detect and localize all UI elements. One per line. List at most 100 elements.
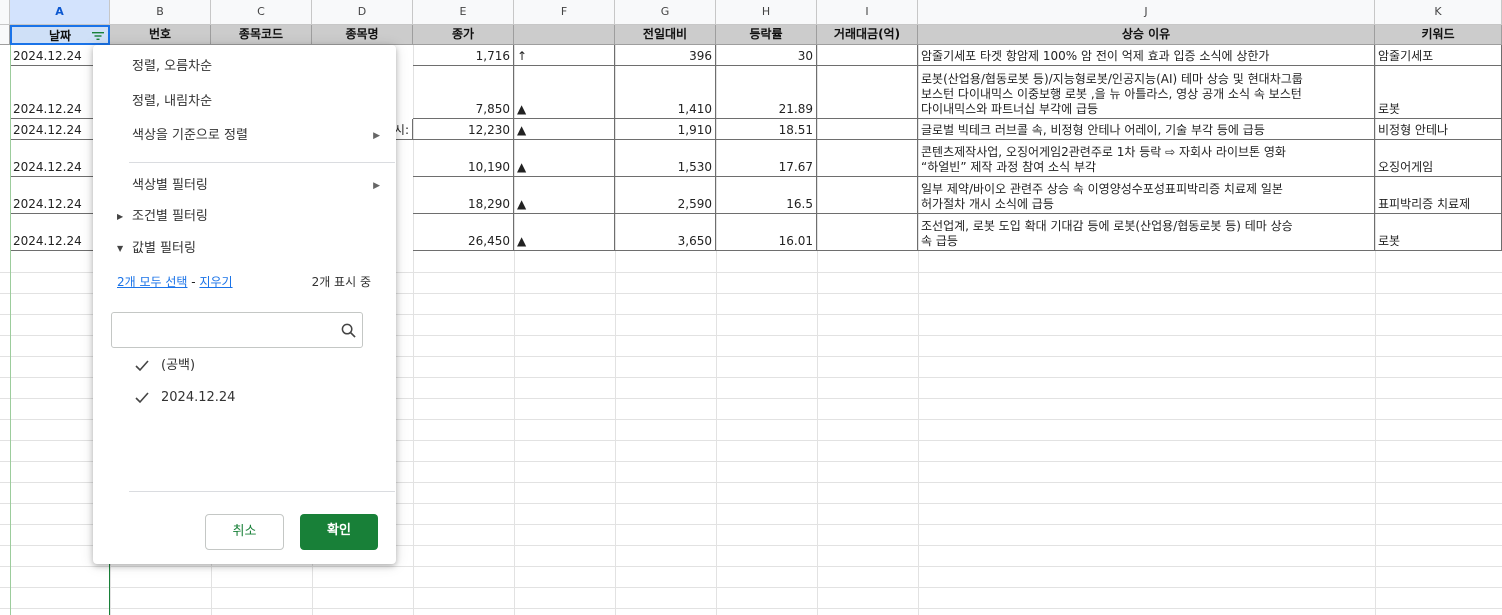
cell-direction[interactable]: ▲ xyxy=(514,66,615,119)
cell-reason[interactable]: 글로벌 빅테크 러브콜 속, 비정형 안테나 어레이, 기술 부각 등에 급등 xyxy=(918,119,1375,140)
menu-filter-color-label: 색상별 필터링 xyxy=(132,178,208,193)
cell-amount[interactable] xyxy=(817,119,918,140)
submenu-arrow-icon: ▶ xyxy=(373,131,380,141)
value-option-blank[interactable]: (공백) xyxy=(135,354,195,378)
cell-keyword[interactable]: 비정형 안테나 xyxy=(1375,119,1502,140)
header-rate[interactable]: 등락률 xyxy=(716,25,817,45)
col-letter-j[interactable]: J xyxy=(918,0,1375,25)
cell-reason[interactable]: 암줄기세포 타겟 항암제 100% 암 전이 억제 효과 입증 소식에 상한가 xyxy=(918,45,1375,66)
col-letter-i[interactable]: I xyxy=(817,0,918,25)
cell-close[interactable]: 26,450 xyxy=(413,214,514,251)
cell-rate[interactable]: 17.67 xyxy=(716,140,817,177)
triangle-down-icon: ▼ xyxy=(117,244,124,253)
menu-sort-desc[interactable]: 정렬, 내림차순 xyxy=(93,87,396,117)
ok-button[interactable]: 확인 xyxy=(300,514,378,550)
menu-filter-condition[interactable]: ▶ 조건별 필터링 xyxy=(93,202,396,232)
header-amount[interactable]: 거래대금(억) xyxy=(817,25,918,45)
col-letter-d[interactable]: D xyxy=(312,0,413,25)
cell-reason[interactable]: 일부 제약/바이오 관련주 상승 속 이영양성수포성표피박리증 치료제 일본 허… xyxy=(918,177,1375,214)
cell-direction[interactable]: ↑ xyxy=(514,45,615,66)
cell-direction[interactable]: ▲ xyxy=(514,140,615,177)
menu-sort-desc-label: 정렬, 내림차순 xyxy=(132,94,213,109)
select-all-link[interactable]: 2개 모두 선택 xyxy=(117,275,187,289)
cell-reason[interactable]: 콘텐츠제작사업, 오징어게임2관련주로 1차 등락 ⇨ 자회사 라이브톤 영화 … xyxy=(918,140,1375,177)
header-date[interactable]: 날짜 xyxy=(10,25,110,45)
cell-keyword[interactable]: 로봇 xyxy=(1375,66,1502,119)
checkmark-icon xyxy=(135,392,149,404)
cell-direction[interactable]: ▲ xyxy=(514,177,615,214)
cell-change[interactable]: 3,650 xyxy=(615,214,716,251)
cell-rate[interactable]: 16.5 xyxy=(716,177,817,214)
cell-close[interactable]: 10,190 xyxy=(413,140,514,177)
col-letter-e[interactable]: E xyxy=(413,0,514,25)
header-close[interactable]: 종가 xyxy=(413,25,514,45)
cell-reason[interactable]: 로봇(산업용/협동로봇 등)/지능형로봇/인공지능(AI) 테마 상승 및 현대… xyxy=(918,66,1375,119)
header-name[interactable]: 종목명 xyxy=(312,25,413,45)
cell-reason-text: 조선업계, 로봇 도입 확대 기대감 등에 로봇(산업용/협동로봇 등) 테마 … xyxy=(921,219,1293,248)
search-icon xyxy=(341,323,356,338)
cell-amount[interactable] xyxy=(817,140,918,177)
cancel-button[interactable]: 취소 xyxy=(205,514,284,550)
value-search-box[interactable] xyxy=(111,312,363,348)
cell-keyword[interactable]: 표피박리증 치료제 xyxy=(1375,177,1502,214)
cell-rate[interactable]: 21.89 xyxy=(716,66,817,119)
submenu-arrow-icon: ▶ xyxy=(373,181,380,191)
header-number[interactable]: 번호 xyxy=(110,25,211,45)
header-change[interactable]: 전일대비 xyxy=(615,25,716,45)
value-search-input[interactable] xyxy=(118,319,332,343)
header-code[interactable]: 종목코드 xyxy=(211,25,312,45)
showing-count: 2개 표시 중 xyxy=(311,275,371,289)
col-letter-f[interactable]: F xyxy=(514,0,615,25)
filter-icon[interactable] xyxy=(92,31,104,41)
menu-filter-condition-label: 조건별 필터링 xyxy=(132,209,208,224)
menu-sort-asc-label: 정렬, 오름차순 xyxy=(132,59,213,74)
filter-select-controls: 2개 모두 선택 - 지우기 xyxy=(117,273,233,290)
triangle-right-icon: ▶ xyxy=(117,212,124,221)
cell-change[interactable]: 1,530 xyxy=(615,140,716,177)
col-letter-h[interactable]: H xyxy=(716,0,817,25)
row-number-header[interactable] xyxy=(0,25,10,45)
cell-close[interactable]: 1,716 xyxy=(413,45,514,66)
menu-sort-asc[interactable]: 정렬, 오름차순 xyxy=(93,52,396,82)
cell-direction[interactable]: ▲ xyxy=(514,214,615,251)
cell-rate[interactable]: 16.01 xyxy=(716,214,817,251)
col-letter-k[interactable]: K xyxy=(1375,0,1502,25)
spreadsheet: A B C D E F G H I J K 날짜 번호 종목코드 종목명 종가 … xyxy=(0,0,1502,615)
cell-keyword[interactable]: 로봇 xyxy=(1375,214,1502,251)
cell-amount[interactable] xyxy=(817,66,918,119)
cell-reason[interactable]: 조선업계, 로봇 도입 확대 기대감 등에 로봇(산업용/협동로봇 등) 테마 … xyxy=(918,214,1375,251)
cell-change[interactable]: 396 xyxy=(615,45,716,66)
menu-sort-color[interactable]: 색상을 기준으로 정렬 ▶ xyxy=(93,121,396,151)
cell-direction[interactable]: ▲ xyxy=(514,119,615,140)
cell-close[interactable]: 12,230 xyxy=(413,119,514,140)
header-direction[interactable] xyxy=(514,25,615,45)
filter-menu: 정렬, 오름차순 정렬, 내림차순 색상을 기준으로 정렬 ▶ 색상별 필터링 … xyxy=(93,45,396,564)
menu-divider xyxy=(129,491,395,492)
cell-change[interactable]: 1,410 xyxy=(615,66,716,119)
value-option-date[interactable]: 2024.12.24 xyxy=(135,386,235,410)
cell-keyword[interactable]: 오징어게임 xyxy=(1375,140,1502,177)
clear-link[interactable]: 지우기 xyxy=(199,275,232,289)
menu-filter-value[interactable]: ▼ 값별 필터링 xyxy=(93,234,396,264)
checkmark-icon xyxy=(135,360,149,372)
cell-amount[interactable] xyxy=(817,177,918,214)
cell-close[interactable]: 18,290 xyxy=(413,177,514,214)
col-letter-a[interactable]: A xyxy=(10,0,110,25)
cell-change[interactable]: 1,910 xyxy=(615,119,716,140)
col-letter-g[interactable]: G xyxy=(615,0,716,25)
cell-keyword[interactable]: 암줄기세포 xyxy=(1375,45,1502,66)
cell-amount[interactable] xyxy=(817,214,918,251)
header-keyword[interactable]: 키워드 xyxy=(1375,25,1502,45)
cell-rate[interactable]: 18.51 xyxy=(716,119,817,140)
link-separator: - xyxy=(187,275,200,289)
menu-filter-color[interactable]: 색상별 필터링 ▶ xyxy=(93,171,396,201)
header-reason[interactable]: 상승 이유 xyxy=(918,25,1375,45)
cell-change[interactable]: 2,590 xyxy=(615,177,716,214)
cell-amount[interactable] xyxy=(817,45,918,66)
cell-close[interactable]: 7,850 xyxy=(413,66,514,119)
row-corner[interactable] xyxy=(0,0,10,25)
col-letter-c[interactable]: C xyxy=(211,0,312,25)
cell-reason-text: 로봇(산업용/협동로봇 등)/지능형로봇/인공지능(AI) 테마 상승 및 현대… xyxy=(921,72,1303,116)
cell-rate[interactable]: 30 xyxy=(716,45,817,66)
col-letter-b[interactable]: B xyxy=(110,0,211,25)
